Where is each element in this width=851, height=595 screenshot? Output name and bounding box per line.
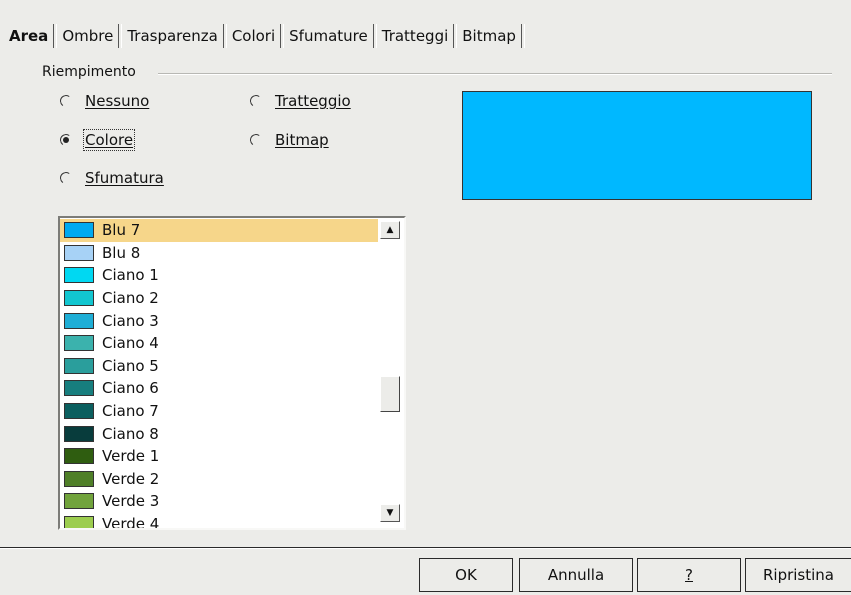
tab-separator: [372, 24, 377, 48]
radio-indicator-icon: [250, 95, 263, 108]
color-swatch: [64, 312, 94, 329]
color-list-item[interactable]: Blu 8: [60, 242, 378, 265]
vertical-scrollbar[interactable]: ▲ ▼: [378, 218, 402, 528]
radio-colore[interactable]: Colore: [60, 129, 136, 151]
color-list-item[interactable]: Verde 2: [60, 468, 378, 491]
radio-sfumatura[interactable]: Sfumatura: [60, 168, 164, 188]
tab-separator: [118, 24, 123, 48]
color-list-item[interactable]: Ciano 5: [60, 355, 378, 378]
radio-sfumatura-label: Sfumatura: [85, 169, 164, 187]
tab-tratteggi[interactable]: Tratteggi: [379, 27, 452, 45]
fill-group-label: Riempimento: [42, 64, 136, 80]
color-list-item[interactable]: Ciano 7: [60, 400, 378, 423]
arrow-up-icon: ▲: [386, 225, 394, 235]
radio-bitmap-label: Bitmap: [275, 131, 329, 149]
arrow-down-icon: ▼: [386, 508, 394, 518]
color-name: Ciano 7: [102, 402, 159, 421]
tab-sfumature[interactable]: Sfumature: [286, 27, 371, 45]
color-name: Ciano 4: [102, 334, 159, 353]
color-name: Ciano 3: [102, 311, 159, 330]
tab-separator: [280, 24, 285, 48]
color-list-item[interactable]: Verde 1: [60, 445, 378, 468]
color-list[interactable]: Blu 7 Blu 8 Ciano 1 Ciano 2 Ciano 3 Ciano 4 Ci…: [58, 216, 406, 530]
ok-button[interactable]: OK: [419, 558, 513, 592]
fill-preview: [462, 91, 812, 200]
color-swatch: [64, 267, 94, 284]
tab-area[interactable]: Area: [6, 27, 51, 45]
tab-colori[interactable]: Colori: [229, 27, 278, 45]
color-name: Verde 4: [102, 515, 160, 530]
radio-indicator-icon: [60, 172, 73, 185]
color-swatch: [64, 403, 94, 420]
color-name: Verde 1: [102, 447, 160, 466]
reset-button[interactable]: Ripristina: [745, 558, 851, 592]
tab-ombre[interactable]: Ombre: [59, 27, 116, 45]
color-list-item[interactable]: Ciano 4: [60, 332, 378, 355]
radio-indicator-icon: [60, 95, 73, 108]
radio-nessuno-label: Nessuno: [85, 92, 150, 110]
color-list-item[interactable]: Blu 7: [60, 219, 378, 242]
radio-nessuno[interactable]: Nessuno: [60, 91, 149, 111]
scroll-down-button[interactable]: ▼: [380, 504, 400, 522]
color-swatch: [64, 357, 94, 374]
color-name: Verde 3: [102, 492, 160, 511]
help-button[interactable]: ?: [637, 558, 741, 592]
color-name: Ciano 8: [102, 424, 159, 443]
button-bar-divider: [0, 547, 851, 549]
tab-separator: [453, 24, 458, 48]
color-swatch: [64, 493, 94, 510]
cancel-button[interactable]: Annulla: [519, 558, 633, 592]
color-name: Ciano 1: [102, 266, 159, 285]
color-list-item[interactable]: Ciano 3: [60, 309, 378, 332]
color-list-item[interactable]: Ciano 8: [60, 422, 378, 445]
color-swatch: [64, 290, 94, 307]
color-name: Ciano 2: [102, 289, 159, 308]
color-list-item[interactable]: Ciano 2: [60, 287, 378, 310]
tab-separator: [222, 24, 227, 48]
color-name: Blu 8: [102, 243, 141, 262]
color-swatch: [64, 222, 94, 239]
color-swatch: [64, 335, 94, 352]
color-swatch: [64, 448, 94, 465]
scroll-thumb[interactable]: [380, 376, 400, 412]
color-name: Ciano 5: [102, 356, 159, 375]
color-swatch: [64, 380, 94, 397]
color-list-item[interactable]: Verde 3: [60, 490, 378, 513]
color-swatch: [64, 470, 94, 487]
group-divider: [158, 73, 832, 75]
tab-trasparenza[interactable]: Trasparenza: [124, 27, 220, 45]
radio-indicator-icon: [60, 134, 73, 147]
color-swatch: [64, 244, 94, 261]
color-list-item[interactable]: Verde 4: [60, 513, 378, 530]
color-list-item[interactable]: Ciano 1: [60, 264, 378, 287]
tab-bar: Area Ombre Trasparenza Colori Sfumature …: [6, 22, 527, 50]
tab-separator: [53, 24, 58, 48]
scroll-up-button[interactable]: ▲: [380, 221, 400, 239]
color-swatch: [64, 425, 94, 442]
radio-colore-label: Colore: [82, 129, 136, 151]
radio-tratteggio[interactable]: Tratteggio: [250, 91, 351, 111]
tab-separator: [520, 24, 525, 48]
radio-bitmap[interactable]: Bitmap: [250, 130, 329, 150]
color-name: Blu 7: [102, 221, 141, 240]
color-list-item[interactable]: Ciano 6: [60, 377, 378, 400]
color-name: Ciano 6: [102, 379, 159, 398]
radio-indicator-icon: [250, 134, 263, 147]
tab-bitmap[interactable]: Bitmap: [459, 27, 519, 45]
color-swatch: [64, 516, 94, 528]
color-name: Verde 2: [102, 469, 160, 488]
radio-tratteggio-label: Tratteggio: [275, 92, 351, 110]
